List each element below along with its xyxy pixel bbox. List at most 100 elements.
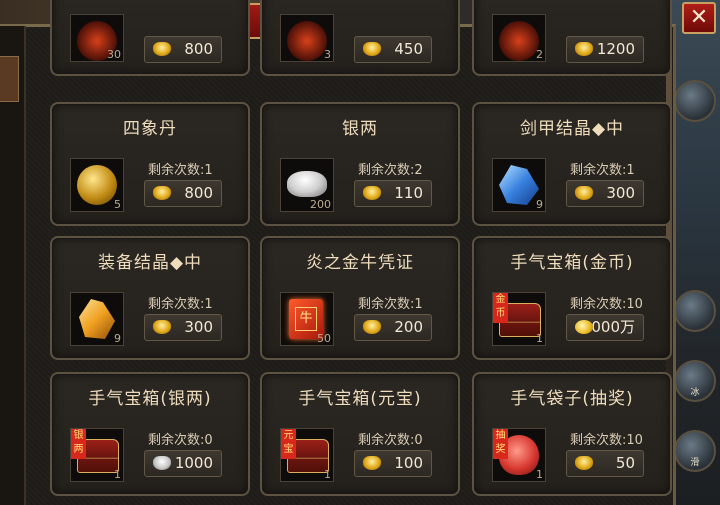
item-name: 四象丹 xyxy=(123,119,177,139)
close-button[interactable]: ✕ xyxy=(682,2,716,34)
remaining-purchases: 剩余次数:10 xyxy=(570,297,643,312)
item-icon-slot[interactable]: 3 xyxy=(280,14,334,62)
item-tag-badge: 抽奖 xyxy=(493,429,508,459)
gold-ingot-icon xyxy=(363,320,381,334)
gold-orb-icon xyxy=(77,165,117,205)
item-quantity: 200 xyxy=(310,198,331,211)
silver-ingot-icon xyxy=(287,171,327,197)
item-icon-slot[interactable]: 牛 50 xyxy=(280,292,334,346)
gold-coin-icon xyxy=(575,320,593,334)
item-icon-slot[interactable]: 2 xyxy=(492,14,546,62)
item-quantity: 30 xyxy=(107,48,121,61)
price-value: 100 xyxy=(394,454,423,472)
buy-price-button[interactable]: 800 xyxy=(144,180,222,207)
gold-ingot-icon xyxy=(575,186,593,200)
price-value: 50 xyxy=(615,454,635,472)
item-name: 装备结晶◆中 xyxy=(97,253,203,273)
blue-crystal-icon xyxy=(499,165,539,205)
buy-price-button[interactable]: 450 xyxy=(354,36,432,63)
shop-item-card[interactable]: 2 1200 xyxy=(472,0,672,76)
shop-item-card[interactable]: 炎之金牛凭证牛 50 剩余次数:1 200 xyxy=(260,236,460,360)
item-icon-slot[interactable]: 9 xyxy=(70,292,124,346)
buy-price-button[interactable]: 50 xyxy=(566,450,644,477)
item-tag-badge: 银两 xyxy=(71,429,86,459)
item-icon-slot[interactable]: 银两 1 xyxy=(70,428,124,482)
buy-price-button[interactable]: 1000万 xyxy=(566,314,644,341)
remaining-purchases: 剩余次数:1 xyxy=(148,163,213,178)
shop-item-card[interactable]: 手气宝箱(元宝) 元宝 1 剩余次数:0 100 xyxy=(260,372,460,496)
skill-orb[interactable] xyxy=(674,290,716,332)
shop-item-card[interactable]: 手气宝箱(金币) 金币 1 剩余次数:10 1000万 xyxy=(472,236,672,360)
item-icon xyxy=(499,21,539,61)
item-quantity: 1 xyxy=(324,468,331,481)
shop-item-card[interactable]: 30 800 xyxy=(50,0,250,76)
price-value: 110 xyxy=(394,184,423,202)
item-tag-badge: 金币 xyxy=(493,293,508,323)
item-icon-slot[interactable]: 5 xyxy=(70,158,124,212)
buy-price-button[interactable]: 110 xyxy=(354,180,432,207)
item-name: 剑甲结晶◆中 xyxy=(519,119,625,139)
category-tab[interactable] xyxy=(0,56,19,102)
buy-price-button[interactable]: 1000 xyxy=(144,450,222,477)
item-icon xyxy=(287,21,327,61)
item-icon-slot[interactable]: 元宝 1 xyxy=(280,428,334,482)
item-name: 银两 xyxy=(342,119,378,139)
orange-crystal-icon xyxy=(79,299,115,339)
item-quantity: 1 xyxy=(536,332,543,345)
shop-item-grid: 30 800 3 450 2 1200 四象丹 5 剩余次数:1 800 银两 200 剩余次数:2 11… xyxy=(48,0,672,505)
shop-item-card[interactable]: 银两 200 剩余次数:2 110 xyxy=(260,102,460,226)
gold-ingot-icon xyxy=(363,186,381,200)
gold-ingot-icon xyxy=(153,42,171,56)
item-icon-slot[interactable]: 9 xyxy=(492,158,546,212)
silver-ingot-icon xyxy=(153,456,171,470)
price-value: 800 xyxy=(184,184,213,202)
skill-orb-slide[interactable]: 滑 xyxy=(674,430,716,472)
item-name: 手气袋子(抽奖) xyxy=(510,389,634,409)
price-value: 800 xyxy=(184,40,213,58)
gold-ingot-icon xyxy=(153,320,171,334)
shop-item-card[interactable]: 手气袋子(抽奖) 抽奖 1 剩余次数:10 50 xyxy=(472,372,672,496)
remaining-purchases: 剩余次数:10 xyxy=(570,433,643,448)
item-name: 炎之金牛凭证 xyxy=(306,253,414,273)
gold-ingot-icon xyxy=(153,186,171,200)
remaining-purchases: 剩余次数:1 xyxy=(358,297,423,312)
shop-item-card[interactable]: 3 450 xyxy=(260,0,460,76)
shop-item-card[interactable]: 四象丹 5 剩余次数:1 800 xyxy=(50,102,250,226)
price-value: 200 xyxy=(394,318,423,336)
buy-price-button[interactable]: 800 xyxy=(144,36,222,63)
item-quantity: 50 xyxy=(317,332,331,345)
item-quantity: 3 xyxy=(324,48,331,61)
price-value: 300 xyxy=(184,318,213,336)
item-tag-badge: 元宝 xyxy=(281,429,296,459)
item-icon-slot[interactable]: 金币 1 xyxy=(492,292,546,346)
price-value: 1200 xyxy=(596,40,635,58)
gold-ingot-icon xyxy=(363,42,381,56)
shop-item-card[interactable]: 手气宝箱(银两) 银两 1 剩余次数:0 1000 xyxy=(50,372,250,496)
category-sidebar xyxy=(0,26,26,505)
skill-orb-ice[interactable]: 冰 xyxy=(674,360,716,402)
item-quantity: 1 xyxy=(114,468,121,481)
remaining-purchases: 剩余次数:0 xyxy=(148,433,213,448)
price-value: 1000 xyxy=(174,454,213,472)
item-name: 手气宝箱(元宝) xyxy=(298,389,422,409)
buy-price-button[interactable]: 1200 xyxy=(566,36,644,63)
gold-ingot-icon xyxy=(575,456,593,470)
item-icon-slot[interactable]: 200 xyxy=(280,158,334,212)
gold-ingot-icon xyxy=(363,456,381,470)
item-icon-slot[interactable]: 抽奖 1 xyxy=(492,428,546,482)
shop-item-card[interactable]: 装备结晶◆中 9 剩余次数:1 300 xyxy=(50,236,250,360)
remaining-purchases: 剩余次数:0 xyxy=(358,433,423,448)
gold-ingot-icon xyxy=(575,42,593,56)
shop-item-card[interactable]: 剑甲结晶◆中 9 剩余次数:1 300 xyxy=(472,102,672,226)
price-value: 450 xyxy=(394,40,423,58)
item-name: 手气宝箱(金币) xyxy=(510,253,634,273)
buy-price-button[interactable]: 300 xyxy=(144,314,222,341)
buy-price-button[interactable]: 300 xyxy=(566,180,644,207)
price-value: 300 xyxy=(606,184,635,202)
skill-orb[interactable] xyxy=(674,80,716,122)
item-icon-slot[interactable]: 30 xyxy=(70,14,124,62)
buy-price-button[interactable]: 200 xyxy=(354,314,432,341)
item-name: 手气宝箱(银两) xyxy=(88,389,212,409)
remaining-purchases: 剩余次数:1 xyxy=(570,163,635,178)
buy-price-button[interactable]: 100 xyxy=(354,450,432,477)
